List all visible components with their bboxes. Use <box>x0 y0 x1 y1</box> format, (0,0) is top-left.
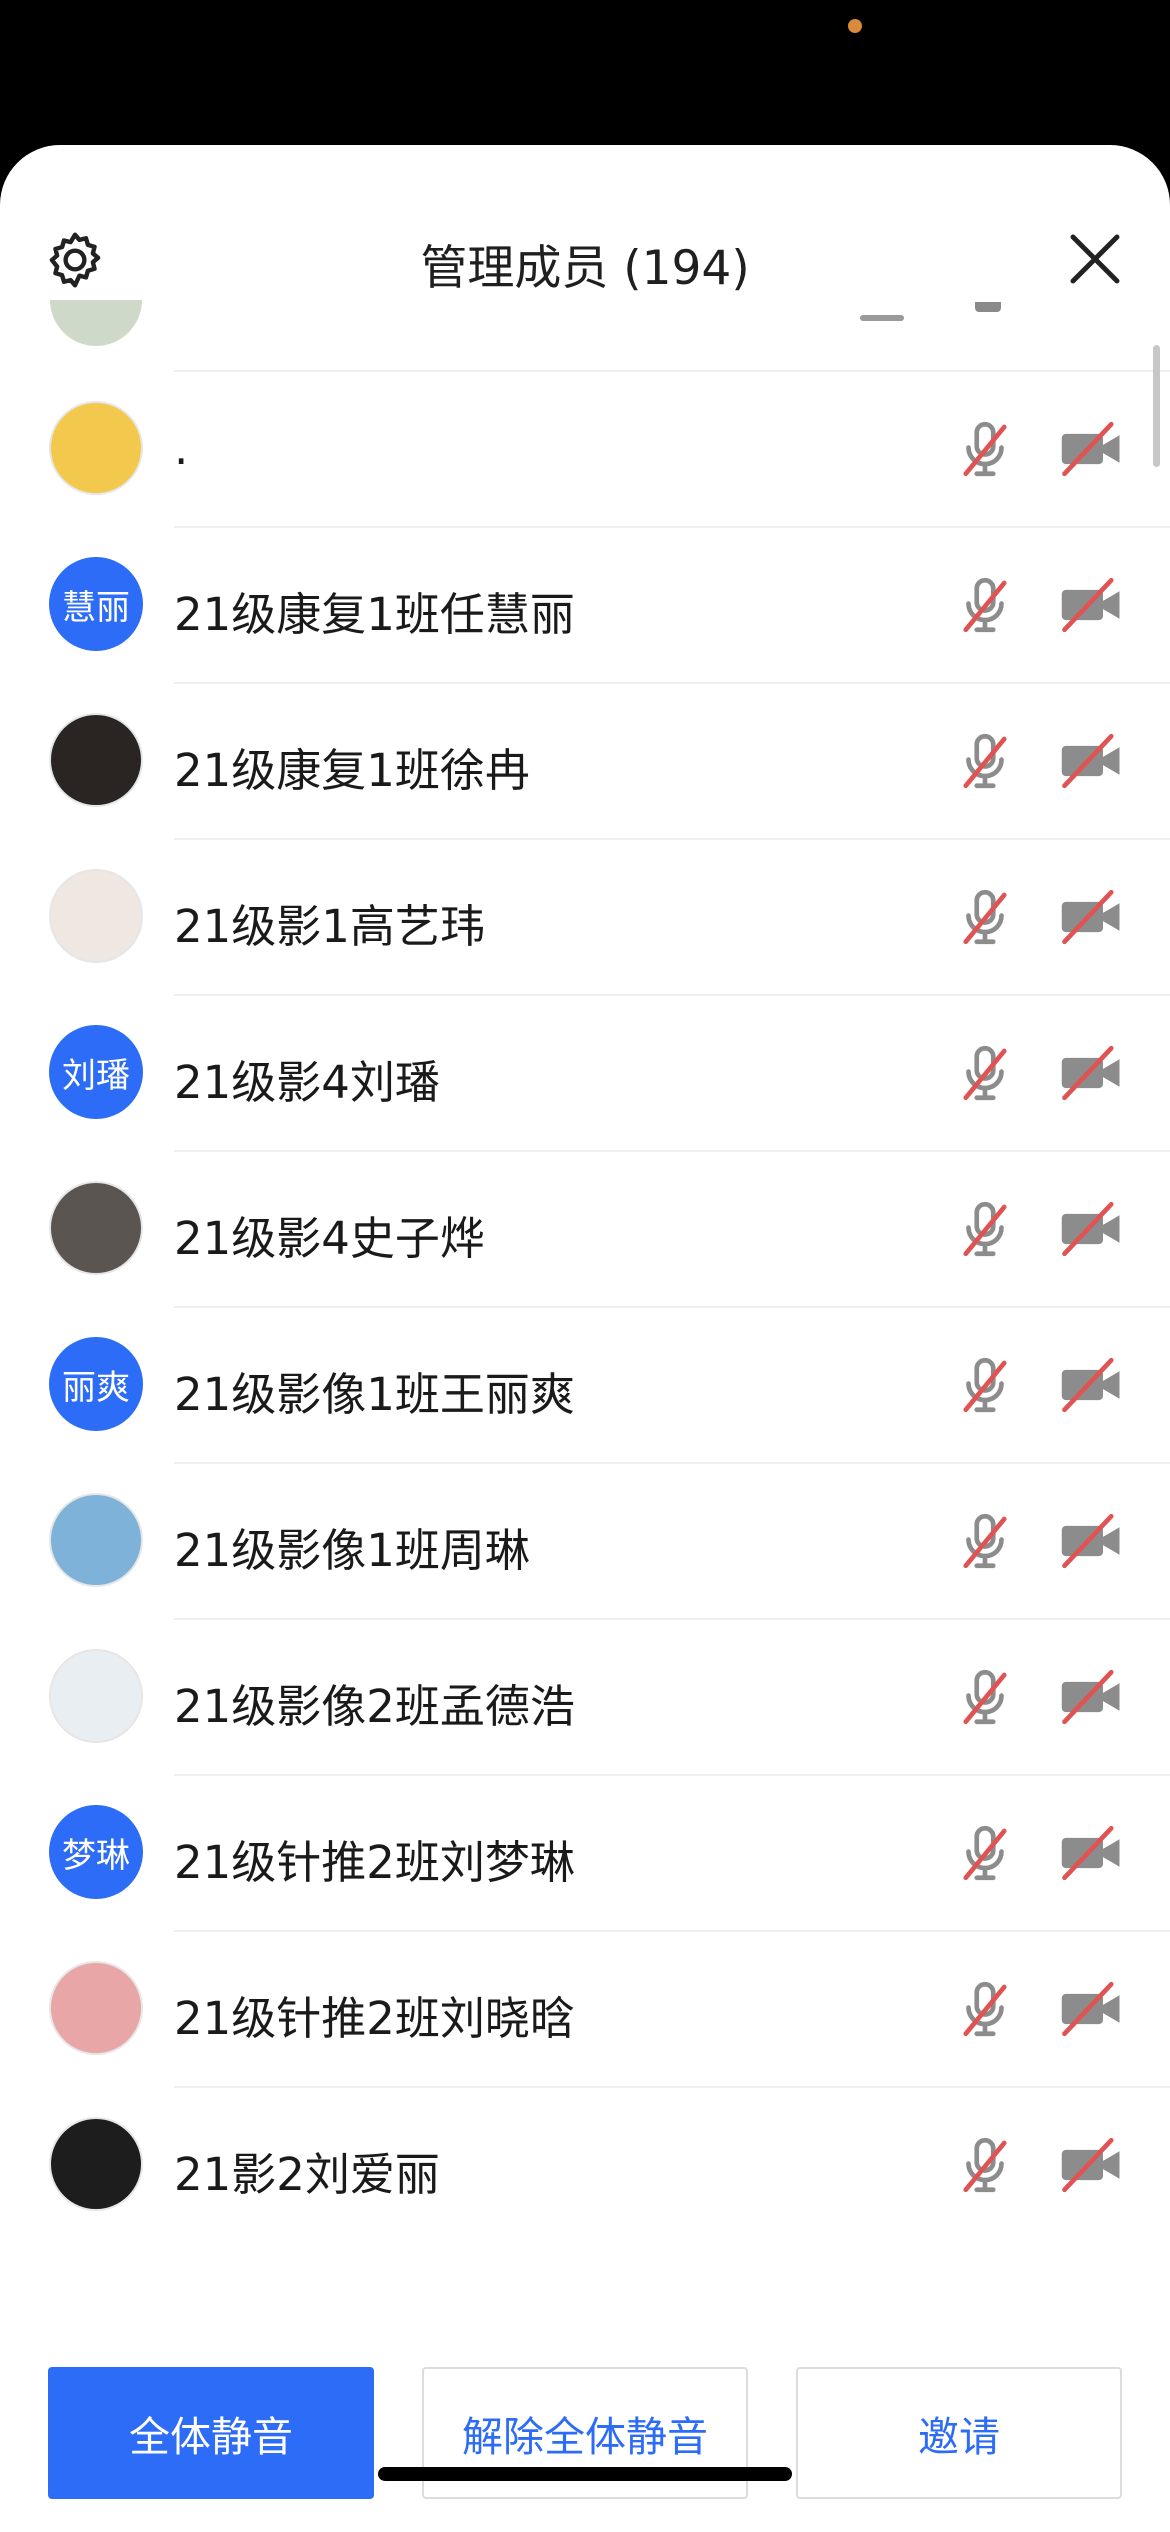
camera-off-icon[interactable] <box>1056 1664 1128 1730</box>
camera-off-icon[interactable] <box>1056 572 1128 638</box>
member-rows: . 慧丽 21级康复1班任慧丽 21级康复1班徐冉 21级影1高艺玮 刘璠 21… <box>0 370 1170 2242</box>
avatar[interactable] <box>49 1181 143 1275</box>
member-name: 21级针推2班刘晓晗 <box>174 1992 575 2045</box>
row-divider <box>174 838 1170 840</box>
row-divider <box>174 1930 1170 1932</box>
list-item[interactable]: 21级康复1班徐冉 <box>0 682 1170 838</box>
row-divider <box>174 370 1170 372</box>
camera-off-icon[interactable] <box>1056 1976 1128 2042</box>
close-icon[interactable] <box>1062 226 1128 292</box>
avatar[interactable]: 刘璠 <box>49 1025 143 1119</box>
member-name: . <box>174 422 189 475</box>
member-name: 21级影像1班王丽爽 <box>174 1368 575 1421</box>
camera-off-icon[interactable] <box>1056 1508 1128 1574</box>
avatar[interactable] <box>49 869 143 963</box>
row-divider <box>174 1462 1170 1464</box>
mic-muted-icon[interactable] <box>952 1820 1018 1886</box>
invite-button[interactable]: 邀请 <box>796 2367 1122 2499</box>
partial-icon-fragment <box>860 315 904 321</box>
row-divider <box>174 526 1170 528</box>
avatar[interactable] <box>49 713 143 807</box>
mute-all-button[interactable]: 全体静音 <box>48 2367 374 2499</box>
camera-off-icon[interactable] <box>1056 728 1128 794</box>
camera-off-icon[interactable] <box>1056 416 1128 482</box>
member-name: 21级康复1班徐冉 <box>174 744 530 797</box>
status-bar <box>0 0 1170 145</box>
list-item[interactable]: 梦琳 21级针推2班刘梦琳 <box>0 1774 1170 1930</box>
member-name: 21影2刘爱丽 <box>174 2148 440 2201</box>
avatar[interactable] <box>49 2117 143 2211</box>
mic-muted-icon[interactable] <box>952 1196 1018 1262</box>
mic-muted-icon[interactable] <box>952 1664 1018 1730</box>
mic-muted-icon[interactable] <box>952 572 1018 638</box>
list-item-partial <box>0 300 1170 370</box>
list-item[interactable]: 21级影像1班周琳 <box>0 1462 1170 1618</box>
avatar[interactable] <box>49 1649 143 1743</box>
list-item[interactable]: 21级针推2班刘晓晗 <box>0 1930 1170 2086</box>
row-divider <box>174 1774 1170 1776</box>
camera-indicator-dot <box>848 19 862 33</box>
row-divider <box>174 1618 1170 1620</box>
camera-off-icon[interactable] <box>1056 1196 1128 1262</box>
list-item[interactable]: 丽爽 21级影像1班王丽爽 <box>0 1306 1170 1462</box>
row-divider <box>174 1306 1170 1308</box>
row-divider <box>174 682 1170 684</box>
list-item[interactable]: . <box>0 370 1170 526</box>
list-item[interactable]: 21级影1高艺玮 <box>0 838 1170 994</box>
row-divider <box>174 994 1170 996</box>
camera-off-icon[interactable] <box>1056 1040 1128 1106</box>
mic-muted-icon[interactable] <box>952 416 1018 482</box>
member-name: 21级影4史子烨 <box>174 1212 485 1265</box>
mic-muted-icon[interactable] <box>952 884 1018 950</box>
home-indicator[interactable] <box>378 2467 792 2481</box>
list-item[interactable]: 21级影像2班孟德浩 <box>0 1618 1170 1774</box>
mic-muted-icon[interactable] <box>952 1976 1018 2042</box>
member-name: 21级针推2班刘梦琳 <box>174 1836 575 1889</box>
mic-muted-icon[interactable] <box>952 1040 1018 1106</box>
avatar <box>50 300 142 346</box>
mic-muted-icon[interactable] <box>952 1508 1018 1574</box>
avatar[interactable]: 梦琳 <box>49 1805 143 1899</box>
avatar[interactable] <box>49 401 143 495</box>
mic-muted-icon[interactable] <box>952 728 1018 794</box>
member-name: 21级影像1班周琳 <box>174 1524 530 1577</box>
avatar[interactable]: 丽爽 <box>49 1337 143 1431</box>
member-name: 21级康复1班任慧丽 <box>174 588 575 641</box>
list-item[interactable]: 慧丽 21级康复1班任慧丽 <box>0 526 1170 682</box>
scrollbar[interactable] <box>1153 345 1160 467</box>
camera-off-icon[interactable] <box>1056 884 1128 950</box>
mic-muted-icon[interactable] <box>952 2132 1018 2198</box>
page-title: 管理成员 (194) <box>420 241 750 296</box>
mic-icon-fragment <box>975 302 1001 312</box>
member-list[interactable]: . 慧丽 21级康复1班任慧丽 21级康复1班徐冉 21级影1高艺玮 刘璠 21… <box>0 300 1170 2360</box>
list-item[interactable]: 21级影4史子烨 <box>0 1150 1170 1306</box>
mic-muted-icon[interactable] <box>952 1352 1018 1418</box>
camera-off-icon[interactable] <box>1056 1820 1128 1886</box>
manage-members-sheet: 管理成员 (194) . 慧丽 21级康复1班任慧丽 21级康复1班徐冉 21级… <box>0 145 1170 2532</box>
list-item[interactable]: 刘璠 21级影4刘璠 <box>0 994 1170 1150</box>
avatar[interactable]: 慧丽 <box>49 557 143 651</box>
member-name: 21级影像2班孟德浩 <box>174 1680 575 1733</box>
avatar[interactable] <box>49 1493 143 1587</box>
member-name: 21级影4刘璠 <box>174 1056 440 1109</box>
camera-off-icon[interactable] <box>1056 2132 1128 2198</box>
list-item[interactable]: 21影2刘爱丽 <box>0 2086 1170 2242</box>
camera-off-icon[interactable] <box>1056 1352 1128 1418</box>
sheet-header: 管理成员 (194) <box>0 145 1170 315</box>
row-divider <box>174 2086 1170 2088</box>
row-divider <box>174 1150 1170 1152</box>
footer-actions: 全体静音 解除全体静音 邀请 <box>0 2367 1170 2517</box>
member-name: 21级影1高艺玮 <box>174 900 485 953</box>
avatar[interactable] <box>49 1961 143 2055</box>
